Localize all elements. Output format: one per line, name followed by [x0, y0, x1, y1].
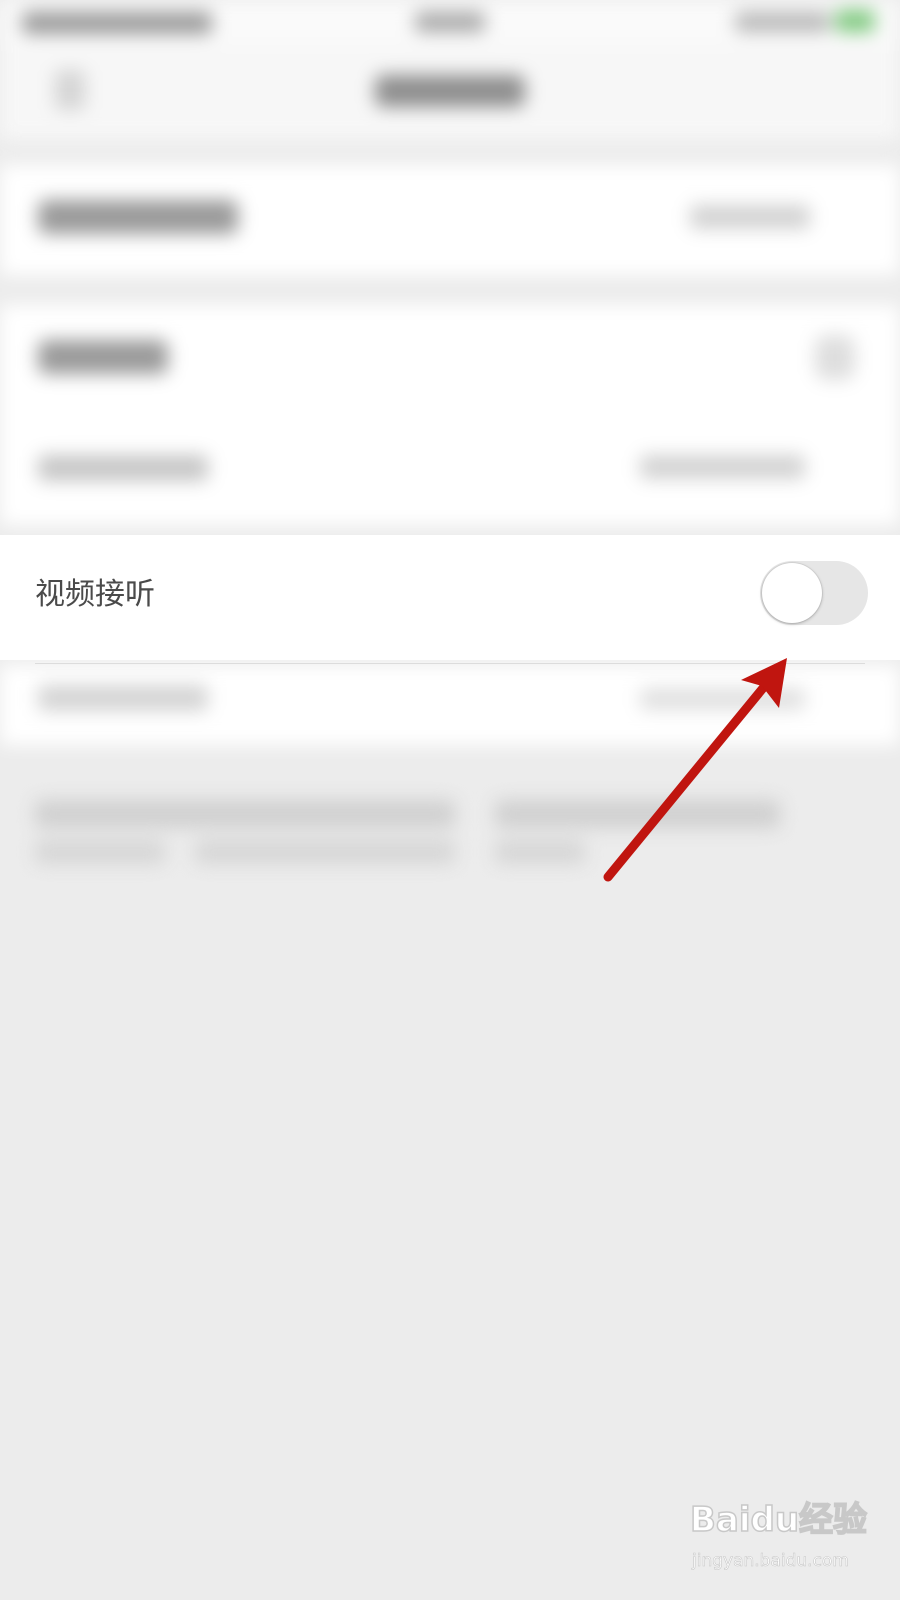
status-bar: [0, 0, 900, 45]
setting-label-placeholder: [38, 200, 238, 234]
nav-bar: [0, 45, 900, 140]
video-answer-setting-row: 视频接听: [0, 535, 900, 664]
footer-note-placeholder: [495, 840, 585, 864]
video-answer-toggle[interactable]: [760, 561, 868, 625]
video-answer-label: 视频接听: [35, 577, 155, 612]
battery-icon: [835, 10, 875, 32]
baidu-jingyan-watermark: Baidu经验 jingyan.baidu.com: [689, 1499, 870, 1590]
status-signal-placeholder: [735, 12, 830, 32]
page-title-placeholder: [375, 75, 525, 107]
setting-label-placeholder: [38, 340, 168, 374]
settings-section-1: [0, 165, 900, 275]
toggle-placeholder[interactable]: [815, 335, 855, 380]
annotation-arrow-icon: [603, 658, 787, 882]
settings-section-3-rest: [0, 665, 900, 745]
status-center-placeholder: [415, 12, 485, 32]
setting-value-placeholder: [640, 455, 805, 479]
footer-note-placeholder: [495, 800, 780, 828]
blurred-background: [0, 0, 900, 1600]
settings-screen: 视频接听 Baidu经验 jingyan.baidu.com: [0, 0, 900, 1600]
setting-label-placeholder: [38, 455, 208, 481]
watermark-brand: Baidu经验: [689, 1499, 868, 1541]
setting-value-placeholder: [690, 205, 810, 229]
settings-section-2: [0, 305, 900, 525]
back-arrow-icon[interactable]: [55, 70, 85, 110]
status-time-placeholder: [22, 12, 212, 34]
setting-label-placeholder: [38, 685, 208, 711]
watermark-url: jingyan.baidu.com: [692, 1551, 849, 1572]
footer-note-placeholder: [35, 800, 455, 828]
row-divider: [35, 663, 865, 664]
footer-note-placeholder: [195, 840, 455, 864]
setting-value-placeholder: [640, 688, 805, 710]
toggle-knob: [762, 563, 822, 623]
footer-note-placeholder: [35, 840, 165, 864]
